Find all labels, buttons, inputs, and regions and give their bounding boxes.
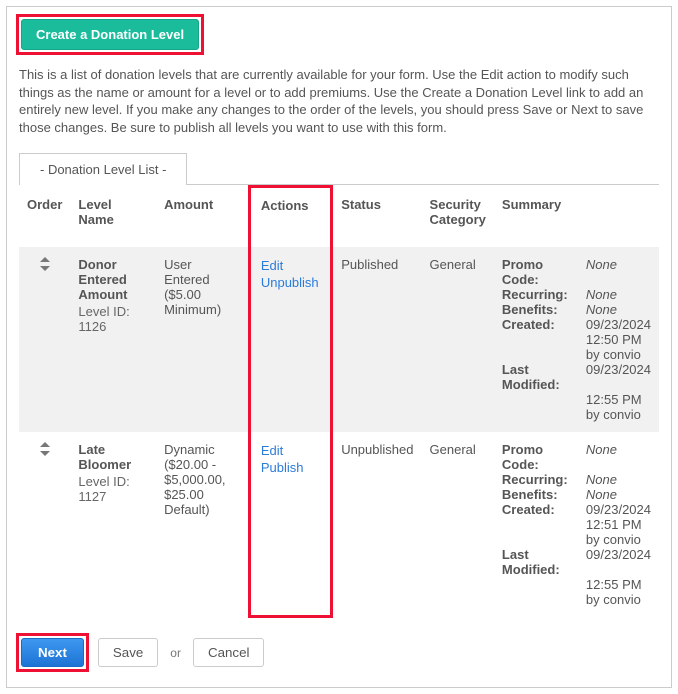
recurring-value: None xyxy=(586,287,617,302)
level-security: General xyxy=(422,247,494,432)
modified-label: Last Modified: xyxy=(502,547,580,577)
col-actions: Actions xyxy=(249,187,331,247)
or-text: or xyxy=(170,646,181,660)
level-name: Donor Entered Amount xyxy=(78,257,148,302)
reorder-handle-icon[interactable] xyxy=(40,442,50,456)
intro-text: This is a list of donation levels that a… xyxy=(19,66,659,136)
unpublish-link[interactable]: Unpublish xyxy=(261,274,320,292)
created-by: by convio xyxy=(586,347,651,362)
modified-date: 09/23/2024 xyxy=(586,547,651,577)
modified-time: 12:55 PM xyxy=(586,577,651,592)
benefits-label: Benefits: xyxy=(502,487,580,502)
recurring-label: Recurring: xyxy=(502,287,580,302)
promo-code-label: Promo Code: xyxy=(502,257,580,287)
modified-time: 12:55 PM xyxy=(586,392,651,407)
modified-label: Last Modified: xyxy=(502,362,580,392)
created-time: 12:51 PM xyxy=(586,517,651,532)
created-time: 12:50 PM xyxy=(586,332,651,347)
modified-date: 09/23/2024 xyxy=(586,362,651,392)
publish-link[interactable]: Publish xyxy=(261,459,320,477)
created-by: by convio xyxy=(586,532,651,547)
modified-by: by convio xyxy=(586,407,651,422)
cancel-button[interactable]: Cancel xyxy=(193,638,265,667)
level-status: Unpublished xyxy=(332,432,422,617)
benefits-value: None xyxy=(586,302,617,317)
modified-by: by convio xyxy=(586,592,651,607)
level-amount: Dynamic ($20.00 - $5,000.00, $25.00 Defa… xyxy=(156,432,249,617)
next-button[interactable]: Next xyxy=(21,638,84,667)
reorder-handle-icon[interactable] xyxy=(40,257,50,271)
col-order: Order xyxy=(19,187,70,247)
recurring-value: None xyxy=(586,472,617,487)
level-security: General xyxy=(422,432,494,617)
col-security: Security Category xyxy=(422,187,494,247)
level-status: Published xyxy=(332,247,422,432)
create-donation-level-button[interactable]: Create a Donation Level xyxy=(21,19,199,50)
level-name: Late Bloomer xyxy=(78,442,148,472)
level-amount: User Entered ($5.00 Minimum) xyxy=(156,247,249,432)
created-label: Created: xyxy=(502,317,580,332)
promo-code-value: None xyxy=(586,442,617,472)
save-button[interactable]: Save xyxy=(98,638,158,667)
edit-link[interactable]: Edit xyxy=(261,257,320,275)
level-id: Level ID: 1126 xyxy=(78,304,148,334)
benefits-value: None xyxy=(586,487,617,502)
table-row: Donor Entered Amount Level ID: 1126 User… xyxy=(19,247,659,432)
created-label: Created: xyxy=(502,502,580,517)
table-row: Late Bloomer Level ID: 1127 Dynamic ($20… xyxy=(19,432,659,617)
created-date: 09/23/2024 xyxy=(586,317,651,332)
donation-levels-table: Order Level Name Amount Actions Status S… xyxy=(19,185,659,618)
level-id: Level ID: 1127 xyxy=(78,474,148,504)
tab-donation-level-list[interactable]: - Donation Level List - xyxy=(19,153,187,185)
col-status: Status xyxy=(332,187,422,247)
edit-link[interactable]: Edit xyxy=(261,442,320,460)
promo-code-label: Promo Code: xyxy=(502,442,580,472)
created-date: 09/23/2024 xyxy=(586,502,651,517)
col-amount: Amount xyxy=(156,187,249,247)
recurring-label: Recurring: xyxy=(502,472,580,487)
promo-code-value: None xyxy=(586,257,617,287)
col-summary: Summary xyxy=(494,187,659,247)
benefits-label: Benefits: xyxy=(502,302,580,317)
col-level-name: Level Name xyxy=(70,187,156,247)
